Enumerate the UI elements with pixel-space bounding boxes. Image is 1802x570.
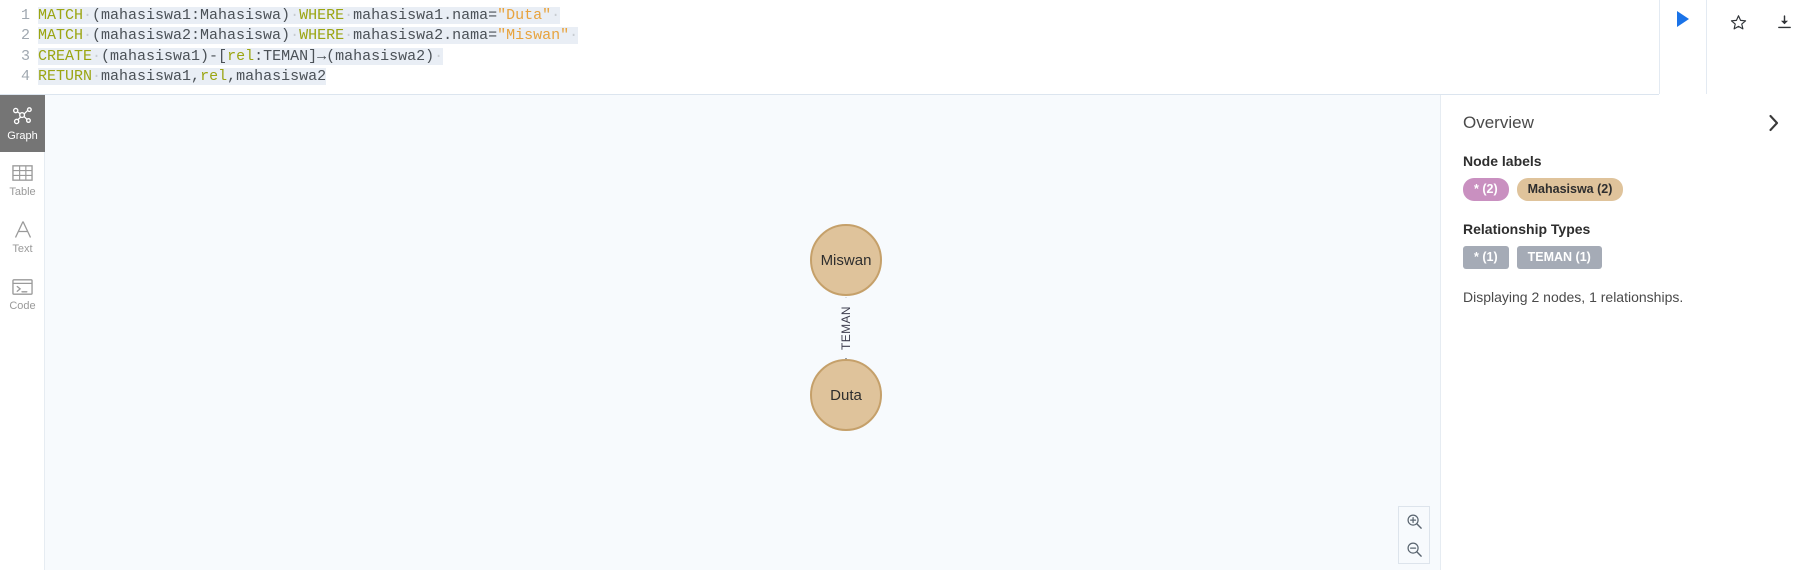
editor-code-line[interactable]: MATCH·(mahasiswa1:Mahasiswa)·WHERE·mahas… [38,6,1729,26]
download-button[interactable] [1766,7,1802,37]
node-labels-heading: Node labels [1463,153,1780,169]
editor-code-line[interactable]: RETURN·mahasiswa1,rel,mahasiswa2 [38,67,1729,87]
relationship-types-chip-row: * (1) TEMAN (1) [1463,246,1780,269]
neo4j-result-frame: 1234 MATCH·(mahasiswa1:Mahasiswa)·WHERE·… [0,0,1802,570]
editor-gutter: 1234 [0,3,38,94]
overview-panel: Overview Node labels * (2)Mahasiswa (2) … [1440,95,1802,570]
overview-title: Overview [1463,113,1534,133]
sidebar-item-label: Text [12,243,32,255]
code-token: · [551,7,560,24]
star-icon [1730,14,1747,31]
code-token: · [83,7,92,24]
graph-node-label: Miswan [821,252,872,269]
code-token: CREATE [38,48,92,65]
graph-node-duta[interactable]: Duta [810,359,882,431]
code-token: rel [227,48,254,65]
code-token: mahasiswa1, [101,68,200,85]
code-token: · [290,7,299,24]
zoom-in-button[interactable] [1399,507,1429,535]
code-token: · [434,48,443,65]
code-token: (mahasiswa1)-[ [101,48,227,65]
table-icon [12,164,33,182]
code-token: :TEMAN]→(mahasiswa2) [254,48,434,65]
code-token: · [290,27,299,44]
graph-node-label: Duta [830,387,862,404]
code-token: · [344,27,353,44]
collapse-panel-button[interactable] [1767,114,1780,132]
code-token: · [569,27,578,44]
code-token: ,mahasiswa2 [227,68,326,85]
graph-node-miswan[interactable]: Miswan [810,224,882,296]
sidebar-item-text[interactable]: Text [0,209,45,266]
code-token: MATCH [38,7,83,24]
code-token: rel [200,68,227,85]
code-token: "Duta" [497,7,551,24]
editor-line-number: 3 [0,47,30,67]
overview-header: Overview [1463,113,1780,133]
code-token: (mahasiswa1:Mahasiswa) [92,7,290,24]
editor-code-line[interactable]: CREATE·(mahasiswa1)-[rel:TEMAN]→(mahasis… [38,47,1729,67]
run-query-button[interactable] [1659,0,1707,94]
relationship-type-chip[interactable]: * (1) [1463,246,1509,269]
sidebar-item-label: Table [9,186,35,198]
editor-line-number: 1 [0,6,30,26]
code-token: (mahasiswa2:Mahasiswa) [92,27,290,44]
sidebar-item-label: Code [9,300,35,312]
favorite-button[interactable] [1721,7,1757,37]
editor-code-line[interactable]: MATCH·(mahasiswa2:Mahasiswa)·WHERE·mahas… [38,26,1729,46]
code-token: · [344,7,353,24]
code-token: · [92,68,101,85]
node-labels-chip-row: * (2) Mahasiswa (2) [1463,178,1780,201]
sidebar-item-code[interactable]: Code [0,266,45,323]
sidebar-item-label: Graph [7,130,38,142]
code-token: WHERE [299,7,344,24]
code-token: · [83,27,92,44]
code-icon [12,278,33,296]
text-icon [13,220,33,239]
view-switcher-sidebar: Graph Table Text [0,95,45,570]
code-token: mahasiswa2.nama= [353,27,497,44]
code-token: MATCH [38,27,83,44]
code-token: mahasiswa1.nama= [353,7,497,24]
sidebar-item-graph[interactable]: Graph [0,95,45,152]
sidebar-item-table[interactable]: Table [0,152,45,209]
relationship-type-chip[interactable]: TEMAN (1) [1517,246,1602,269]
node-label-chip[interactable]: Mahasiswa (2) [1517,178,1624,201]
download-icon [1776,14,1793,31]
code-token: · [92,48,101,65]
graph-visualization-canvas[interactable]: TEMAN Miswan Duta [45,95,1440,570]
play-icon [1675,10,1691,28]
graph-icon [12,106,34,126]
node-label-chip[interactable]: * (2) [1463,178,1509,201]
chevron-right-icon [1767,114,1780,132]
query-editor[interactable]: 1234 MATCH·(mahasiswa1:Mahasiswa)·WHERE·… [0,0,1730,95]
code-token: WHERE [299,27,344,44]
zoom-controls [1398,506,1430,564]
editor-line-number: 4 [0,67,30,87]
editor-action-icons [1659,0,1802,95]
zoom-out-button[interactable] [1399,535,1429,563]
relationship-label: TEMAN [837,298,855,358]
zoom-out-icon [1406,541,1423,558]
editor-code-area[interactable]: MATCH·(mahasiswa1:Mahasiswa)·WHERE·mahas… [38,3,1729,94]
zoom-in-icon [1406,513,1423,530]
relationship-types-heading: Relationship Types [1463,221,1780,237]
editor-line-number: 2 [0,26,30,46]
code-token: RETURN [38,68,92,85]
query-editor-bar: 1234 MATCH·(mahasiswa1:Mahasiswa)·WHERE·… [0,0,1802,95]
code-token: "Miswan" [497,27,569,44]
overview-summary: Displaying 2 nodes, 1 relationships. [1463,289,1780,305]
